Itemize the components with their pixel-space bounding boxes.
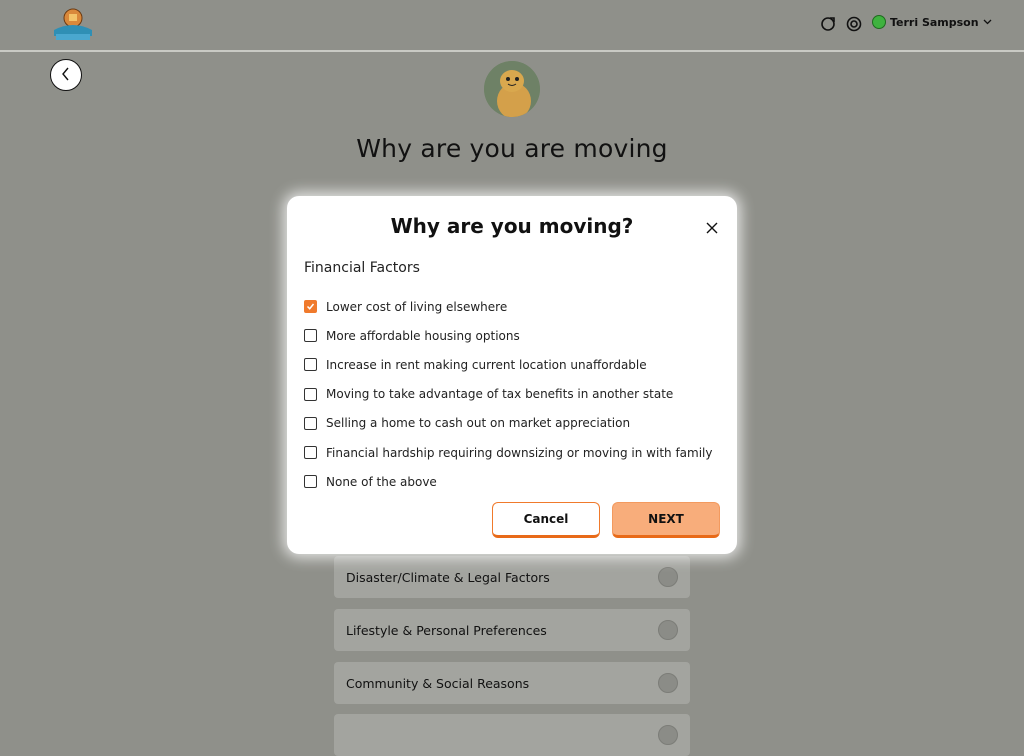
option-affordable-housing[interactable]: More affordable housing options xyxy=(304,321,713,350)
mascot-avatar xyxy=(484,61,540,117)
checkbox[interactable] xyxy=(304,387,317,401)
option-label: More affordable housing options xyxy=(326,328,520,343)
radio-icon xyxy=(658,567,678,587)
cancel-button[interactable]: Cancel xyxy=(492,502,600,538)
category-card[interactable]: Community & Social Reasons xyxy=(334,662,690,704)
checkbox[interactable] xyxy=(304,416,317,430)
option-none[interactable]: None of the above xyxy=(304,467,713,496)
chevron-left-icon xyxy=(60,66,72,85)
radio-icon xyxy=(658,673,678,693)
category-card[interactable]: Lifestyle & Personal Preferences xyxy=(334,609,690,651)
category-label: Community & Social Reasons xyxy=(346,675,530,691)
category-label: Lifestyle & Personal Preferences xyxy=(346,622,547,638)
option-label: Increase in rent making current location… xyxy=(326,357,647,372)
options-list: Lower cost of living elsewhere More affo… xyxy=(304,292,713,496)
option-label: Selling a home to cash out on market app… xyxy=(326,416,631,431)
check-icon xyxy=(306,303,315,310)
category-label: Disaster/Climate & Legal Factors xyxy=(346,569,550,585)
modal-title: Why are you moving? xyxy=(390,214,634,238)
user-name: Terri Sampson xyxy=(890,15,979,29)
section-title: Financial Factors xyxy=(304,260,420,276)
checkbox[interactable] xyxy=(304,446,317,460)
category-card[interactable]: Disaster/Climate & Legal Factors xyxy=(334,556,690,598)
checkbox-checked[interactable] xyxy=(304,300,317,314)
radio-icon xyxy=(658,725,678,745)
option-tax-benefits[interactable]: Moving to take advantage of tax benefits… xyxy=(304,380,713,409)
option-label: None of the above xyxy=(326,474,437,489)
checkbox[interactable] xyxy=(304,358,317,372)
checkbox[interactable] xyxy=(304,329,317,343)
option-label: Financial hardship requiring downsizing … xyxy=(326,445,713,460)
page-title: Why are you are moving xyxy=(356,134,668,163)
top-bar: Terri Sampson xyxy=(0,0,1024,52)
chevron-down-icon xyxy=(983,16,992,29)
next-button[interactable]: NEXT xyxy=(612,502,720,538)
refresh-icon[interactable] xyxy=(819,15,837,33)
checkbox[interactable] xyxy=(304,475,317,489)
option-label: Lower cost of living elsewhere xyxy=(326,299,508,314)
category-card-partial[interactable] xyxy=(334,714,690,756)
option-rent-increase[interactable]: Increase in rent making current location… xyxy=(304,350,713,379)
settings-icon[interactable] xyxy=(845,15,863,33)
option-label: Moving to take advantage of tax benefits… xyxy=(326,387,674,402)
radio-icon xyxy=(658,620,678,640)
online-status-icon xyxy=(872,15,886,29)
back-button[interactable] xyxy=(50,59,82,91)
app-logo[interactable] xyxy=(50,6,96,42)
close-icon[interactable] xyxy=(705,220,719,234)
user-menu[interactable]: Terri Sampson xyxy=(872,15,992,29)
option-sell-home[interactable]: Selling a home to cash out on market app… xyxy=(304,409,713,438)
option-financial-hardship[interactable]: Financial hardship requiring downsizing … xyxy=(304,438,713,467)
reasons-modal: Why are you moving? Financial Factors Lo… xyxy=(287,196,737,554)
option-lower-cost[interactable]: Lower cost of living elsewhere xyxy=(304,292,713,321)
